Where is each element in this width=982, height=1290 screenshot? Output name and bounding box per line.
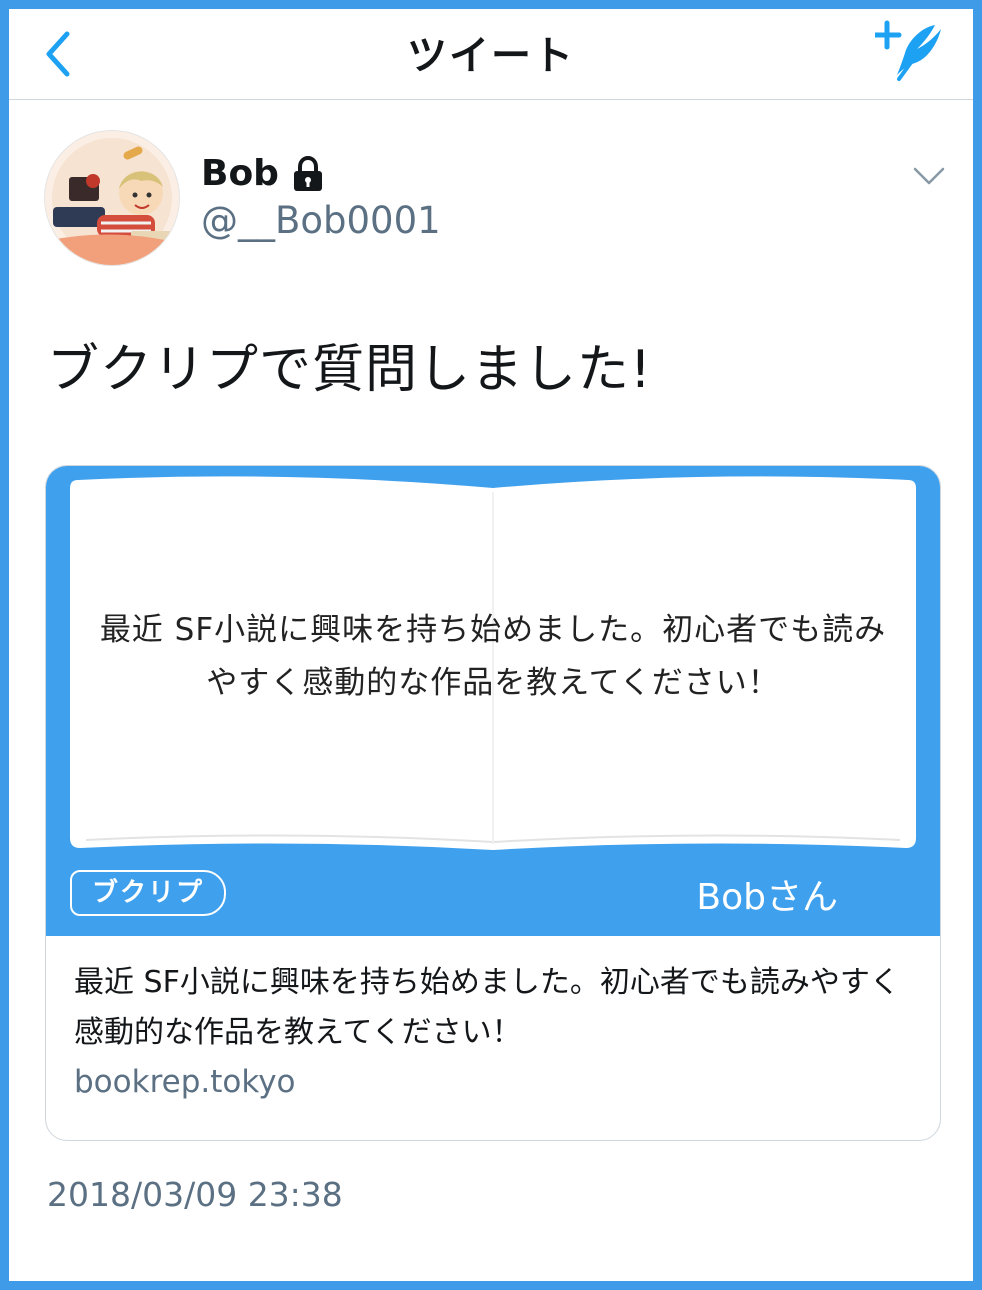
user-handle[interactable]: @__Bob0001 xyxy=(201,199,441,242)
page-title: ツイート xyxy=(407,33,575,79)
chevron-down-icon xyxy=(913,167,945,185)
author-name-row: Bob xyxy=(201,153,325,194)
link-card[interactable]: 最近 SF小説に興味を持ち始めました。初心者でも読みやすく感動的な作品を教えてく… xyxy=(45,465,941,1141)
tweet-timestamp: 2018/03/09 23:38 xyxy=(47,1175,343,1214)
avatar[interactable] xyxy=(45,131,179,265)
card-description: 最近 SF小説に興味を持ち始めました。初心者でも読みやすく感動的な作品を教えてく… xyxy=(74,965,900,1050)
compose-tweet-icon xyxy=(872,20,941,81)
tweet-detail-screen: ツイート Bob @__Bob0001 ブクリプで質問しました! 最近 SF小説… xyxy=(9,9,973,1281)
display-name[interactable]: Bob xyxy=(201,153,279,194)
nav-header: ツイート xyxy=(9,9,973,100)
asker-name: Bobさん xyxy=(696,877,838,918)
card-image: 最近 SF小説に興味を持ち始めました。初心者でも読みやすく感動的な作品を教えてく… xyxy=(46,466,940,936)
avatar-illustration xyxy=(45,131,179,265)
card-question-text: 最近 SF小説に興味を持ち始めました。初心者でも読みやすく感動的な作品を教えてく… xyxy=(99,612,887,701)
tweet-menu-button[interactable] xyxy=(911,161,947,191)
compose-tweet-button[interactable] xyxy=(872,17,949,89)
lock-icon xyxy=(293,155,322,191)
card-domain[interactable]: bookrep.tokyo xyxy=(74,1064,296,1100)
brand-logo: ブクリプ xyxy=(70,870,226,916)
tweet-text: ブクリプで質問しました! xyxy=(47,340,652,400)
